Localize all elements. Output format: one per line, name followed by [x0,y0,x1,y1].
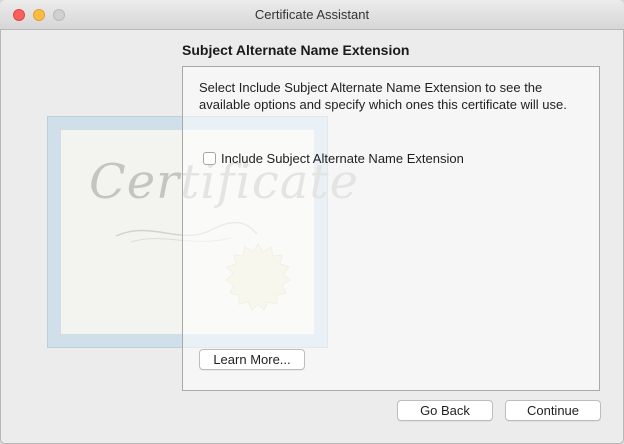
page-title: Subject Alternate Name Extension [182,42,410,58]
include-san-checkbox[interactable] [203,152,216,165]
learn-more-button[interactable]: Learn More... [199,349,305,370]
title-bar[interactable]: Certificate Assistant [0,0,624,30]
include-san-checkbox-label[interactable]: Include Subject Alternate Name Extension [221,151,464,166]
certificate-assistant-window: Certificate Assistant Subject Alternate … [0,0,624,444]
description-text: Select Include Subject Alternate Name Ex… [199,80,567,112]
include-san-checkbox-row[interactable]: Include Subject Alternate Name Extension [203,151,464,166]
continue-button[interactable]: Continue [505,400,601,421]
go-back-button[interactable]: Go Back [397,400,493,421]
window-title: Certificate Assistant [254,7,370,22]
options-panel: Select Include Subject Alternate Name Ex… [182,66,600,391]
